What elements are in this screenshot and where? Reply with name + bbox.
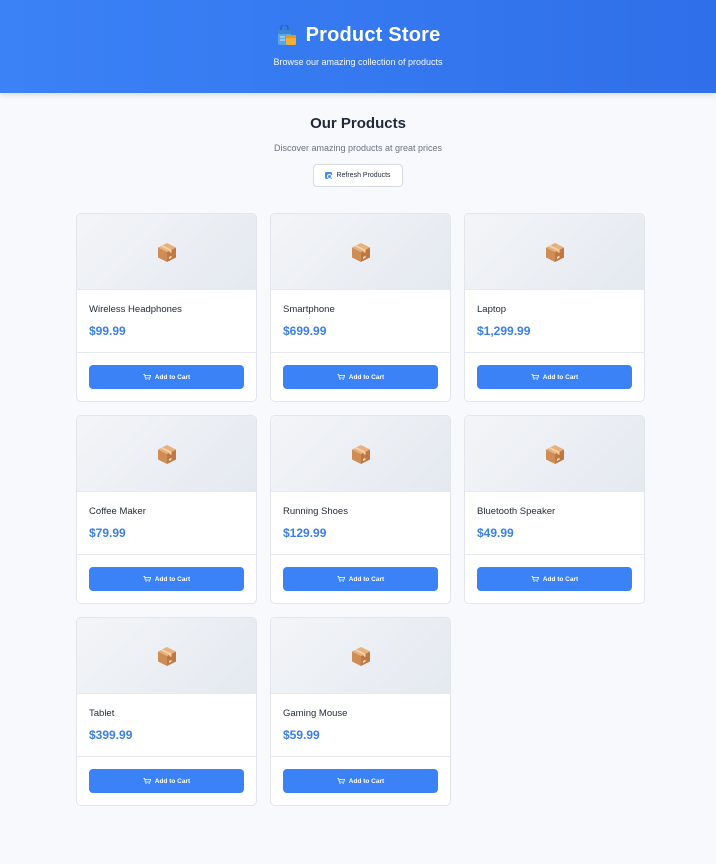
product-info: Gaming Mouse $59.99	[271, 694, 450, 757]
add-to-cart-label: Add to Cart	[348, 373, 385, 381]
product-grid: Wireless Headphones $99.99 Add to Cart S…	[76, 213, 645, 806]
product-image	[271, 618, 450, 694]
product-image	[271, 416, 450, 492]
product-card: Gaming Mouse $59.99 Add to Cart	[270, 617, 451, 806]
add-to-cart-button[interactable]: Add to Cart	[283, 769, 438, 793]
product-actions: Add to Cart	[77, 353, 256, 389]
product-image	[77, 214, 256, 290]
product-card: Bluetooth Speaker $49.99 Add to Cart	[464, 415, 645, 604]
package-icon	[351, 646, 370, 666]
add-to-cart-label: Add to Cart	[154, 777, 191, 785]
add-to-cart-button[interactable]: Add to Cart	[477, 567, 632, 591]
brand: Product Store	[0, 0, 716, 47]
package-icon	[545, 444, 564, 464]
add-to-cart-button[interactable]: Add to Cart	[477, 365, 632, 389]
products-section-header: Our Products Discover amazing products a…	[0, 93, 716, 187]
cart-icon	[337, 778, 345, 784]
product-price: $79.99	[89, 526, 126, 540]
product-info: Bluetooth Speaker $49.99	[465, 492, 644, 555]
product-name: Smartphone	[283, 304, 335, 315]
product-card: Running Shoes $129.99 Add to Cart	[270, 415, 451, 604]
add-to-cart-button[interactable]: Add to Cart	[89, 365, 244, 389]
cart-icon	[143, 576, 151, 582]
product-name: Running Shoes	[283, 506, 348, 517]
product-actions: Add to Cart	[465, 555, 644, 591]
product-image	[271, 214, 450, 290]
product-card: Wireless Headphones $99.99 Add to Cart	[76, 213, 257, 402]
package-icon	[545, 242, 564, 262]
product-image	[465, 214, 644, 290]
add-to-cart-button[interactable]: Add to Cart	[89, 769, 244, 793]
cart-icon	[337, 374, 345, 380]
cart-icon	[143, 778, 151, 784]
shopping-bags-icon	[277, 24, 296, 45]
refresh-icon	[325, 172, 333, 179]
product-actions: Add to Cart	[271, 757, 450, 793]
package-icon	[351, 444, 370, 464]
product-info: Smartphone $699.99	[271, 290, 450, 353]
refresh-label: Refresh Products	[336, 172, 391, 179]
cart-icon	[143, 374, 151, 380]
product-info: Laptop $1,299.99	[465, 290, 644, 353]
product-price: $49.99	[477, 526, 514, 540]
product-image	[465, 416, 644, 492]
product-price: $59.99	[283, 728, 320, 742]
product-card: Coffee Maker $79.99 Add to Cart	[76, 415, 257, 604]
product-name: Laptop	[477, 304, 507, 315]
product-price: $699.99	[283, 324, 327, 338]
product-actions: Add to Cart	[77, 757, 256, 793]
store-subtitle: Browse our amazing collection of product…	[273, 57, 443, 67]
product-info: Coffee Maker $79.99	[77, 492, 256, 555]
product-card: Tablet $399.99 Add to Cart	[76, 617, 257, 806]
add-to-cart-label: Add to Cart	[348, 575, 385, 583]
product-actions: Add to Cart	[77, 555, 256, 591]
product-info: Tablet $399.99	[77, 694, 256, 757]
add-to-cart-label: Add to Cart	[154, 575, 191, 583]
product-image	[77, 618, 256, 694]
product-name: Tablet	[89, 708, 115, 719]
add-to-cart-button[interactable]: Add to Cart	[283, 365, 438, 389]
product-actions: Add to Cart	[271, 353, 450, 389]
product-image	[77, 416, 256, 492]
product-price: $1,299.99	[477, 324, 531, 338]
package-icon	[157, 242, 176, 262]
package-icon	[157, 444, 176, 464]
cart-icon	[337, 576, 345, 582]
product-name: Coffee Maker	[89, 506, 146, 517]
product-actions: Add to Cart	[271, 555, 450, 591]
product-price: $99.99	[89, 324, 126, 338]
add-to-cart-button[interactable]: Add to Cart	[283, 567, 438, 591]
site-header: Product Store Browse our amazing collect…	[0, 0, 716, 93]
section-subtitle: Discover amazing products at great price…	[273, 143, 443, 153]
cart-icon	[531, 576, 539, 582]
add-to-cart-label: Add to Cart	[542, 373, 579, 381]
product-card: Laptop $1,299.99 Add to Cart	[464, 213, 645, 402]
add-to-cart-label: Add to Cart	[348, 777, 385, 785]
product-name: Gaming Mouse	[283, 708, 348, 719]
product-info: Running Shoes $129.99	[271, 492, 450, 555]
section-title: Our Products	[310, 115, 406, 132]
cart-icon	[531, 374, 539, 380]
package-icon	[351, 242, 370, 262]
package-icon	[157, 646, 176, 666]
product-price: $399.99	[89, 728, 133, 742]
product-info: Wireless Headphones $99.99	[77, 290, 256, 353]
add-to-cart-label: Add to Cart	[542, 575, 579, 583]
add-to-cart-label: Add to Cart	[154, 373, 191, 381]
refresh-products-button[interactable]: Refresh Products	[313, 164, 403, 187]
product-actions: Add to Cart	[465, 353, 644, 389]
product-name: Bluetooth Speaker	[477, 506, 556, 517]
add-to-cart-button[interactable]: Add to Cart	[89, 567, 244, 591]
product-name: Wireless Headphones	[89, 304, 182, 315]
product-price: $129.99	[283, 526, 327, 540]
product-card: Smartphone $699.99 Add to Cart	[270, 213, 451, 402]
store-title: Product Store	[305, 24, 441, 46]
